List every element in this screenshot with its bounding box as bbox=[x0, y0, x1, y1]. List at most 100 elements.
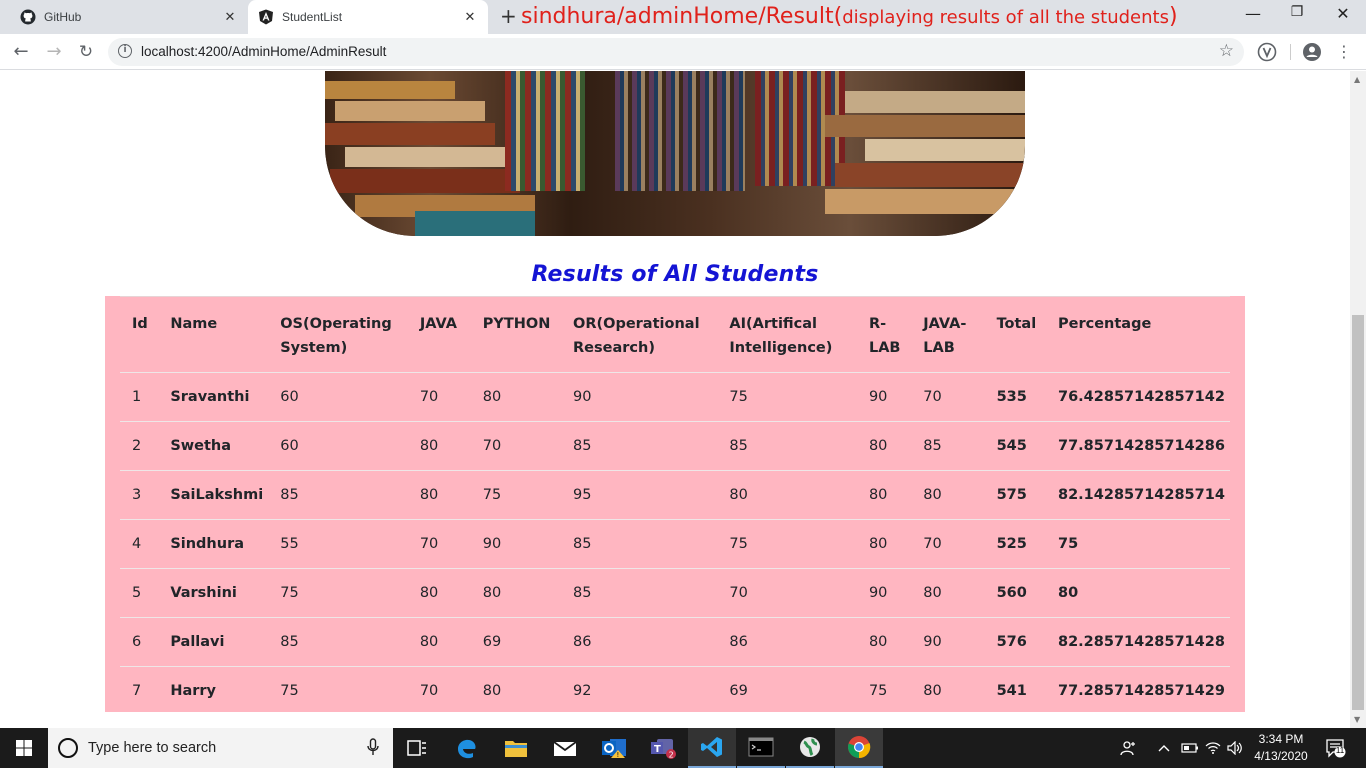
bookmark-star-icon[interactable]: ☆ bbox=[1219, 41, 1234, 61]
table-cell: 75 bbox=[1045, 519, 1230, 569]
chevron-up-icon[interactable] bbox=[1158, 728, 1170, 768]
column-header-line: OS(Operating bbox=[280, 316, 392, 332]
restore-button[interactable]: ❐ bbox=[1274, 4, 1320, 20]
table-header-row: Id Name OS(Operating System) JAVA PYTHON OR(Op… bbox=[120, 296, 1230, 373]
column-header-line: R- bbox=[868, 316, 887, 332]
table-cell: 95 bbox=[561, 470, 718, 520]
vertical-scrollbar[interactable]: ▲ ▼ bbox=[1350, 71, 1366, 728]
column-header-line: System) bbox=[280, 340, 348, 356]
close-icon[interactable]: ✕ bbox=[462, 9, 478, 25]
edge-browser-icon[interactable] bbox=[443, 728, 491, 768]
column-header: AI(Artifical Intelligence) bbox=[717, 296, 857, 373]
tab-github[interactable]: GitHub ✕ bbox=[0, 0, 248, 34]
table-cell: 90 bbox=[470, 519, 561, 569]
column-header-line: Research) bbox=[573, 340, 655, 356]
table-cell: 85 bbox=[561, 519, 718, 569]
table-cell: 80 bbox=[407, 568, 471, 618]
table-cell: 80 bbox=[911, 568, 985, 618]
taskbar-search-box[interactable]: Type here to search bbox=[48, 728, 393, 768]
toolbar-divider bbox=[1290, 44, 1291, 60]
url-bar[interactable]: i localhost:4200/AdminHome/AdminResult ☆ bbox=[108, 38, 1244, 66]
microphone-icon[interactable] bbox=[367, 738, 379, 756]
table-cell: 70 bbox=[911, 519, 985, 569]
table-cell: 85 bbox=[911, 421, 985, 471]
table-cell: Pallavi bbox=[158, 617, 269, 667]
task-view-icon[interactable] bbox=[393, 728, 441, 768]
table-cell: 60 bbox=[268, 421, 408, 471]
table-cell: 70 bbox=[911, 372, 985, 422]
clock-time: 3:34 PM bbox=[1258, 732, 1304, 746]
people-icon[interactable] bbox=[1120, 728, 1138, 768]
battery-icon[interactable] bbox=[1181, 728, 1199, 768]
forward-button[interactable]: → bbox=[42, 41, 66, 63]
table-cell: 77.28571428571429 bbox=[1045, 666, 1230, 716]
table-cell: 75 bbox=[268, 568, 408, 618]
table-cell: 69 bbox=[470, 617, 561, 667]
column-header: OR(Operational Research) bbox=[561, 296, 718, 373]
tab-studentlist[interactable]: StudentList ✕ bbox=[248, 0, 488, 34]
new-tab-button[interactable]: + bbox=[500, 6, 517, 26]
column-header-line: Percentage bbox=[1057, 316, 1152, 332]
notification-count: 11 bbox=[1335, 746, 1345, 755]
action-center-icon[interactable]: 11 bbox=[1325, 738, 1347, 758]
table-cell: 90 bbox=[911, 617, 985, 667]
chrome-icon[interactable] bbox=[835, 728, 883, 768]
table-cell: 80 bbox=[911, 666, 985, 716]
column-header-line: Id bbox=[132, 316, 148, 332]
table-body: 1 Sravanthi 60 70 80 90 75 90 70 535 76.4285714285… bbox=[120, 372, 1230, 716]
file-explorer-icon[interactable] bbox=[492, 728, 540, 768]
scrollbar-thumb[interactable] bbox=[1352, 315, 1364, 710]
column-header: R- LAB bbox=[856, 296, 912, 373]
vscode-icon[interactable] bbox=[688, 728, 736, 768]
reload-button[interactable]: ↻ bbox=[74, 41, 98, 63]
table-cell: 82.28571428571428 bbox=[1045, 617, 1230, 667]
svg-text:2: 2 bbox=[669, 751, 674, 760]
volume-icon[interactable] bbox=[1227, 728, 1243, 768]
table-cell: 75 bbox=[268, 666, 408, 716]
profile-avatar-icon[interactable] bbox=[1302, 42, 1322, 62]
scroll-up-arrow-icon[interactable]: ▲ bbox=[1354, 75, 1360, 84]
table-cell: 80 bbox=[856, 470, 912, 520]
table-cell: 576 bbox=[984, 617, 1046, 667]
column-header: Id bbox=[120, 296, 159, 373]
table-cell: 82.14285714285714 bbox=[1045, 470, 1230, 520]
globe-app-icon[interactable] bbox=[786, 728, 834, 768]
column-header-line: LAB bbox=[923, 340, 955, 356]
url-text[interactable]: localhost:4200/AdminHome/AdminResult bbox=[141, 44, 386, 59]
close-icon[interactable]: ✕ bbox=[222, 9, 238, 25]
windows-start-icon[interactable] bbox=[0, 728, 48, 768]
table-cell: 75 bbox=[856, 666, 912, 716]
back-button[interactable]: ← bbox=[9, 41, 33, 63]
menu-kebab-icon[interactable]: ⋮ bbox=[1336, 43, 1352, 61]
tab-title: GitHub bbox=[44, 10, 82, 24]
column-header-line: LAB bbox=[868, 340, 901, 356]
results-table: Id Name OS(Operating System) JAVA PYTHON OR(Op… bbox=[120, 296, 1230, 716]
table-cell: 75 bbox=[470, 470, 561, 520]
tab-title: StudentList bbox=[282, 10, 343, 24]
minimize-button[interactable]: — bbox=[1230, 4, 1276, 23]
tab-strip: GitHub ✕ StudentList ✕ + sindhura/adminH… bbox=[0, 0, 1366, 34]
table-cell: 90 bbox=[561, 372, 718, 422]
terminal-icon[interactable] bbox=[737, 728, 785, 768]
svg-text:!: ! bbox=[617, 751, 620, 759]
table-cell: 55 bbox=[268, 519, 408, 569]
table-row: 7 Harry 75 70 80 92 69 75 80 541 77.28571428571429 bbox=[120, 666, 1230, 716]
column-header: PYTHON bbox=[470, 296, 561, 373]
system-clock[interactable]: 3:34 PM 4/13/2020 bbox=[1245, 731, 1317, 765]
table-cell: 70 bbox=[407, 666, 471, 716]
window-close-button[interactable]: ✕ bbox=[1320, 4, 1366, 23]
table-cell: 85 bbox=[717, 421, 857, 471]
table-cell: 80 bbox=[856, 617, 912, 667]
outlook-icon[interactable]: ! bbox=[590, 728, 638, 768]
wifi-icon[interactable] bbox=[1205, 728, 1221, 768]
info-icon[interactable]: i bbox=[118, 44, 132, 58]
extension-v-icon[interactable] bbox=[1257, 42, 1277, 62]
table-cell: 7 bbox=[120, 666, 159, 716]
mail-icon[interactable] bbox=[541, 728, 589, 768]
table-cell: 70 bbox=[717, 568, 857, 618]
table-cell: 85 bbox=[268, 470, 408, 520]
table-cell: 85 bbox=[561, 421, 718, 471]
teams-icon[interactable]: T2 bbox=[639, 728, 687, 768]
github-icon bbox=[20, 9, 36, 25]
scroll-down-arrow-icon[interactable]: ▼ bbox=[1354, 715, 1360, 724]
